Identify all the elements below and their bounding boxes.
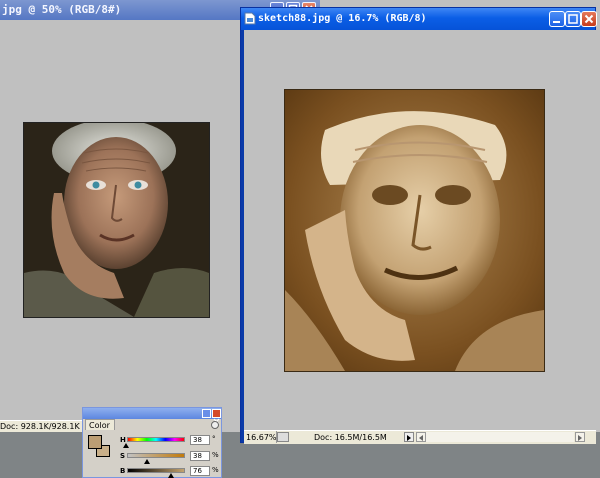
scroll-left-button[interactable] (416, 432, 426, 442)
palette-menu-icon[interactable] (211, 421, 219, 429)
brightness-label: B (120, 467, 126, 475)
palette-minimize-button[interactable] (202, 409, 211, 418)
scroll-right-button[interactable] (575, 432, 585, 442)
brightness-value-input[interactable]: 76 (190, 466, 210, 476)
back-window-title: jpg @ 50% (RGB/8#) (2, 3, 122, 16)
front-window-status-bar: 16.67% Doc: 16.5M/16.5M (244, 430, 596, 444)
zoom-level-field[interactable]: 16.67% (244, 431, 277, 443)
palette-close-button[interactable] (212, 409, 221, 425)
document-icon (244, 12, 256, 25)
front-window-doc-size: Doc: 16.5M/16.5M (314, 433, 387, 442)
portrait-photo (24, 123, 209, 317)
navigator-icon[interactable] (277, 432, 289, 442)
saturation-value-input[interactable]: 38 (190, 451, 210, 461)
back-window-doc-size: Doc: 928.1K/928.1K (0, 422, 80, 431)
brightness-slider[interactable] (127, 468, 185, 473)
front-window-titlebar[interactable]: sketch88.jpg @ 16.7% (RGB/8) (241, 8, 597, 30)
hue-unit: ° (212, 435, 216, 443)
saturation-unit: % (212, 451, 219, 459)
horizontal-scrollbar[interactable] (426, 432, 574, 442)
front-window-title: sketch88.jpg @ 16.7% (RGB/8) (258, 13, 427, 24)
color-tab[interactable]: Color (85, 419, 115, 430)
saturation-slider-thumb[interactable] (144, 459, 150, 464)
hue-value-input[interactable]: 38 (190, 435, 210, 445)
close-button[interactable] (581, 11, 597, 27)
hue-slider[interactable] (127, 437, 185, 442)
saturation-label: S (120, 452, 126, 460)
saturation-slider[interactable] (127, 453, 185, 458)
sketch-painting[interactable] (285, 90, 544, 371)
minimize-button[interactable] (549, 11, 565, 27)
maximize-button[interactable] (565, 11, 581, 27)
status-menu-arrow-icon[interactable] (404, 432, 414, 442)
brightness-slider-thumb[interactable] (168, 473, 174, 478)
palette-titlebar[interactable] (83, 408, 221, 425)
brightness-unit: % (212, 466, 219, 474)
foreground-color-swatch[interactable] (88, 435, 102, 449)
hue-slider-thumb[interactable] (123, 443, 129, 448)
